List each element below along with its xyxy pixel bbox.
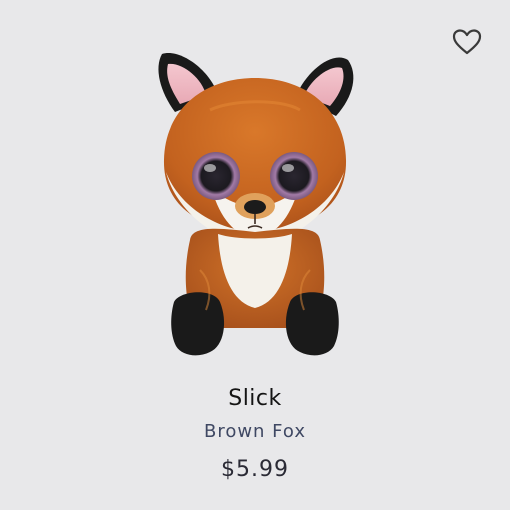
favorite-button[interactable] bbox=[451, 28, 483, 56]
heart-outline-icon bbox=[452, 29, 482, 55]
product-card[interactable]: Slick Brown Fox $5.99 bbox=[0, 0, 510, 510]
product-image[interactable] bbox=[140, 40, 370, 370]
plush-fox-image bbox=[158, 53, 354, 356]
product-subtitle: Brown Fox bbox=[203, 421, 307, 442]
product-price: $5.99 bbox=[221, 457, 289, 482]
product-name[interactable]: Slick bbox=[0, 386, 510, 411]
